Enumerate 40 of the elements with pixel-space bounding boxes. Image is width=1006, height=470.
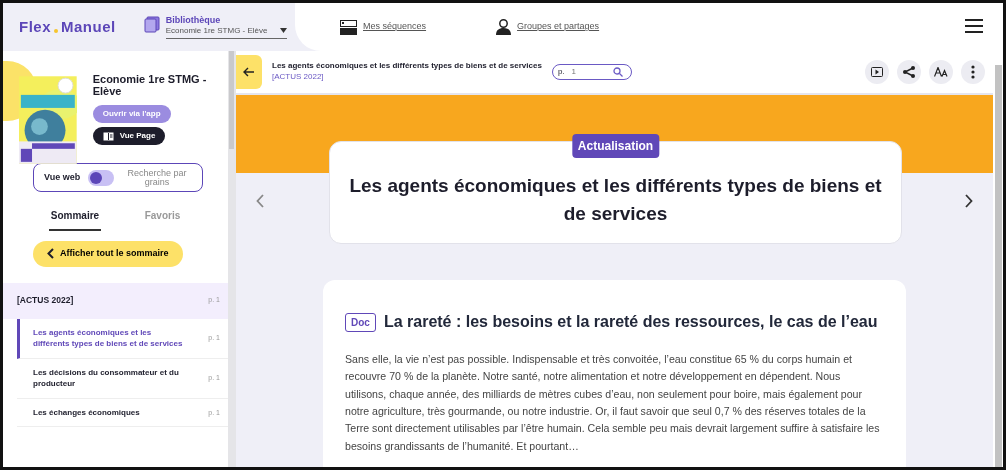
show-all-summary-button[interactable]: Afficher tout le sommaire xyxy=(33,241,183,267)
nav-link[interactable]: Groupes et partages xyxy=(496,19,600,35)
book-icon xyxy=(102,131,114,141)
more-button[interactable] xyxy=(961,60,985,84)
page-view-button[interactable]: Vue Page xyxy=(92,127,166,146)
doc-tag: Doc xyxy=(345,312,376,332)
back-button[interactable] xyxy=(236,55,262,89)
document-title: La rareté : les besoins et la rareté des ressources, le cas de l’eau xyxy=(383,312,878,332)
chapter-title: Les agents économiques et les différents types de biens et de services xyxy=(348,173,883,226)
back-arrow-icon xyxy=(243,67,255,77)
text-size-button[interactable] xyxy=(929,60,953,84)
category-badge: Actualisation xyxy=(571,134,660,158)
menu-icon[interactable] xyxy=(965,19,983,33)
library-label: Bibliothèque xyxy=(165,15,222,25)
toggle-knob[interactable] xyxy=(90,171,103,184)
tray-icon xyxy=(340,19,357,35)
toggle-label: Recherche par grains xyxy=(126,168,188,187)
caret-icon xyxy=(279,28,287,33)
scrollbar[interactable] xyxy=(228,51,236,467)
book-title: Economie 1re STMG - Elève xyxy=(92,73,208,98)
share-button[interactable] xyxy=(897,60,921,84)
play-button[interactable] xyxy=(865,60,889,84)
share-icon xyxy=(903,66,915,78)
chevron-left-icon xyxy=(47,248,54,260)
page-title: Les agents économiques et les différents types de biens et de services xyxy=(272,61,542,71)
scrollbar[interactable] xyxy=(993,51,1003,467)
book-icon xyxy=(143,15,160,33)
more-icon xyxy=(971,65,975,79)
toggle-label: Vue web xyxy=(44,170,81,184)
tab[interactable]: Sommaire xyxy=(48,204,102,231)
logo[interactable]: Flex Manuel xyxy=(19,15,116,39)
toggle-switch[interactable] xyxy=(88,169,115,186)
library-dropdown[interactable]: Economie 1re STMG - Elève xyxy=(165,24,287,39)
search-icon xyxy=(612,67,623,77)
play-icon xyxy=(871,67,883,77)
text-size-icon xyxy=(934,67,948,77)
document-text: Sans elle, la vie n’est pas possible. Indispensable et très convoitée, l’eau constitue 65 % du corps humain et recouvre 70 % de la planète. Notre santé, notre alimentation et notre développement en dépendent. Nous utilisons, chaque année, des milliards de mètres cubes d’eau, non seulement pour boire, mais également pour notre agriculture, très gourmande, ou notre industrie. Or, il faut savoir que seul 0,7 % des réserves totales de la Terre sont directement utilisables par l’être humain. Cela semble peu mais devrait largement suffire à satisfaire les besoins grandissants de l’humanité. Et pourtant… xyxy=(345,352,881,454)
person-icon xyxy=(496,19,512,35)
nav-link[interactable]: Mes séquences xyxy=(340,19,427,35)
page-subtitle: [ACTUS 2022] xyxy=(272,70,325,83)
